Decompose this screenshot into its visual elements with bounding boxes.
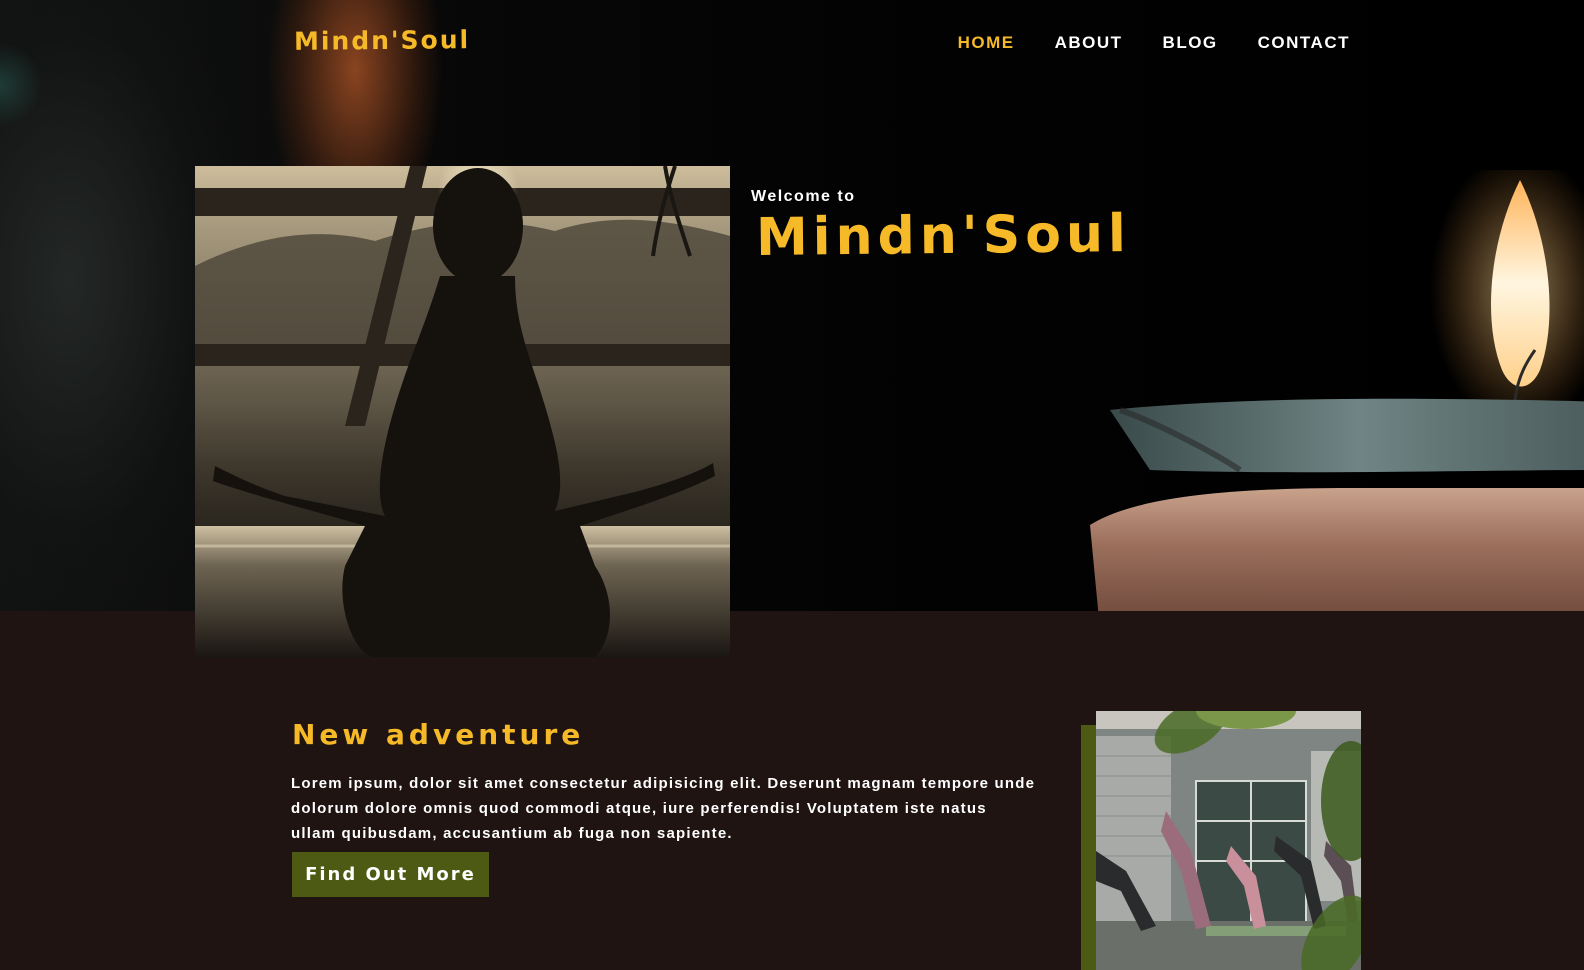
candle-image <box>1090 170 1584 611</box>
welcome-subtitle: Welcome to <box>751 188 856 205</box>
welcome-title: Mindn'Soul <box>755 204 1132 268</box>
section-title: New adventure <box>292 718 585 751</box>
logo[interactable]: Mindn'Soul <box>294 25 470 56</box>
section-body: Lorem ipsum, dolor sit amet consectetur … <box>291 775 1036 842</box>
nav-contact[interactable]: CONTACT <box>1258 33 1350 53</box>
meditation-image <box>195 166 730 657</box>
nav-blog[interactable]: BLOG <box>1163 33 1218 53</box>
nav-about[interactable]: ABOUT <box>1055 33 1123 53</box>
yoga-class-image <box>1096 711 1361 970</box>
find-out-more-button[interactable]: Find Out More <box>292 852 489 897</box>
hero-light-flare <box>0 40 40 130</box>
accent-bar <box>1081 725 1097 970</box>
main-nav: HOME ABOUT BLOG CONTACT <box>958 33 1350 53</box>
nav-home[interactable]: HOME <box>958 33 1015 53</box>
